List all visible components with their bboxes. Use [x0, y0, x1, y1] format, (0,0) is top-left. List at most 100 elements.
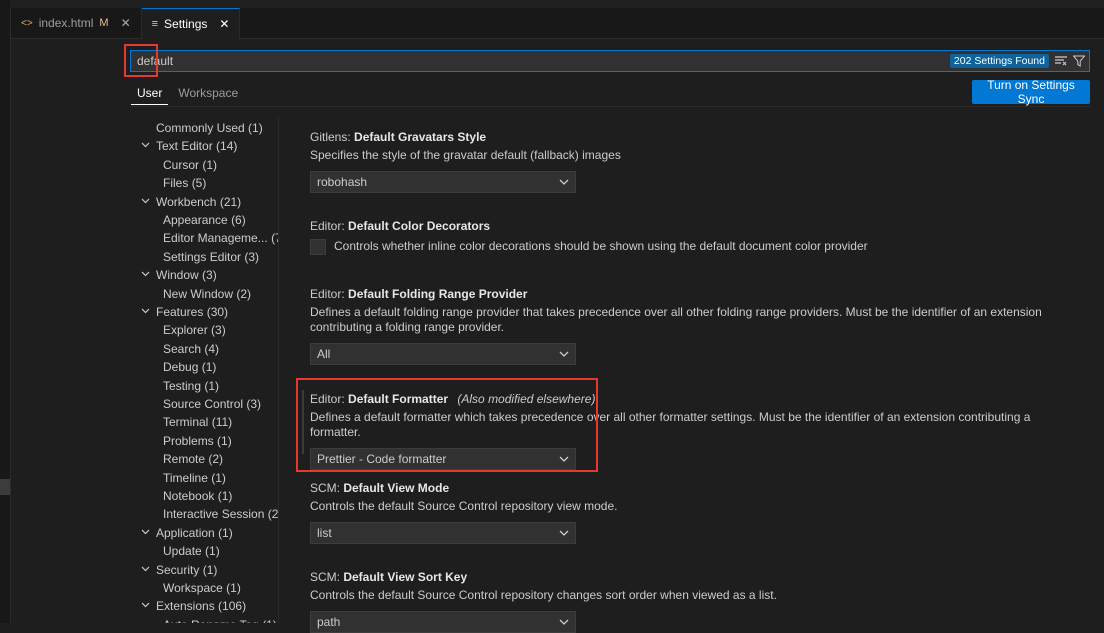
- setting-title: SCM: Default View Sort Key: [310, 568, 1090, 586]
- toc-item[interactable]: Security (1): [131, 561, 279, 579]
- toc-item[interactable]: Window (3): [131, 266, 279, 284]
- toc-item-text: Window (3): [156, 266, 217, 284]
- toc-item[interactable]: Problems (1): [131, 432, 279, 450]
- chevron-down-icon[interactable]: [141, 266, 151, 284]
- toc-item[interactable]: Auto Rename Tag (1): [131, 616, 279, 623]
- toc-item-count: (1): [262, 618, 277, 623]
- toc-item[interactable]: Debug (1): [131, 358, 279, 376]
- chevron-down-icon[interactable]: [141, 137, 151, 155]
- toc-item[interactable]: Workspace (1): [131, 579, 279, 597]
- toc-item-count: (1): [204, 378, 220, 393]
- setting-category: Editor:: [310, 287, 345, 301]
- settings-file-icon: ≡: [151, 18, 159, 30]
- toc-item-count: (1): [217, 489, 233, 503]
- chevron-down-icon[interactable]: [141, 193, 151, 211]
- toc-item-count: (1): [201, 360, 217, 375]
- toc-item[interactable]: Appearance (6): [131, 211, 279, 229]
- toc-item[interactable]: Source Control (3): [131, 395, 279, 413]
- toc-item-count: (106): [218, 599, 247, 614]
- turn-on-settings-sync-button[interactable]: Turn on Settings Sync: [972, 78, 1090, 106]
- setting-category: Editor:: [310, 392, 345, 406]
- tab-user[interactable]: User: [131, 83, 169, 105]
- toc-item-count: (4): [204, 341, 220, 356]
- toc-item[interactable]: Cursor (1): [131, 156, 279, 174]
- toc-item-label: Commonly Used: [156, 121, 245, 135]
- toc-item[interactable]: Files (5): [131, 174, 279, 192]
- toc-item[interactable]: Settings Editor (3): [131, 248, 279, 266]
- close-icon[interactable]: ✕: [121, 16, 131, 30]
- toc-item-count: (11): [211, 415, 233, 430]
- toc-item[interactable]: Notebook (1): [131, 487, 279, 505]
- toc-item-count: (3): [246, 397, 262, 411]
- toc-item-count: (1): [218, 525, 233, 540]
- clear-filter-icon[interactable]: [1053, 53, 1069, 69]
- color-decorators-checkbox[interactable]: [310, 239, 326, 255]
- toc-item-label: Editor Manageme...: [163, 231, 268, 246]
- toc-item[interactable]: Interactive Session (2): [131, 505, 279, 523]
- tab-workspace[interactable]: Workspace: [172, 83, 244, 105]
- setting-description: Specifies the style of the gravatar defa…: [310, 148, 621, 162]
- toc-item-label: Testing: [163, 378, 202, 393]
- dropdown-value: All: [317, 347, 331, 361]
- toc-item[interactable]: New Window (2): [131, 285, 279, 303]
- setting-title: Gitlens: Default Gravatars Style: [310, 128, 1090, 146]
- toc-item-label: Extensions: [156, 599, 215, 614]
- toc-item-text: Timeline (1): [163, 469, 226, 487]
- toc-item[interactable]: Remote (2): [131, 450, 279, 468]
- toc-item[interactable]: Update (1): [131, 542, 279, 560]
- close-icon[interactable]: ✕: [219, 17, 229, 31]
- toc-item[interactable]: Extensions (106): [131, 597, 279, 615]
- setting-title: Editor: Default Folding Range Provider: [310, 285, 1090, 303]
- gravatars-style-dropdown[interactable]: robohash: [310, 171, 576, 193]
- filter-icon[interactable]: [1071, 53, 1087, 69]
- results-count-badge: 202 Settings Found: [949, 54, 1049, 68]
- toc-divider: [278, 118, 279, 623]
- scm-view-mode-dropdown[interactable]: list: [310, 522, 576, 544]
- toc-item[interactable]: Features (30): [131, 303, 279, 321]
- chevron-down-icon[interactable]: [141, 561, 151, 579]
- setting-title: Editor: Default Color Decorators: [310, 217, 1090, 235]
- setting-name: Default View Mode: [343, 481, 450, 495]
- setting-scm-view-mode: SCM: Default View Mode Controls the defa…: [310, 479, 1090, 544]
- scope-tabs: User Workspace: [131, 83, 248, 107]
- chevron-down-icon: [559, 176, 569, 188]
- chevron-down-icon[interactable]: [141, 524, 151, 542]
- scm-view-sort-key-dropdown[interactable]: path: [310, 611, 576, 633]
- tab-label: Settings: [164, 17, 208, 31]
- toc-item-count: (1): [226, 581, 241, 595]
- settings-search-input[interactable]: [131, 50, 950, 72]
- folding-range-provider-dropdown[interactable]: All: [310, 343, 576, 365]
- setting-folding-range-provider: Editor: Default Folding Range Provider D…: [310, 285, 1090, 365]
- tab-settings[interactable]: ≡ Settings ✕: [141, 8, 241, 39]
- setting-category: SCM:: [310, 570, 340, 584]
- chevron-down-icon: [559, 527, 569, 539]
- toc-item[interactable]: Timeline (1): [131, 469, 279, 487]
- toc-item[interactable]: Terminal (11): [131, 413, 279, 431]
- toc-item-count: (1): [217, 433, 232, 448]
- toc-item-label: Application: [156, 525, 215, 540]
- toc-item[interactable]: Search (4): [131, 340, 279, 358]
- toc-item-text: Appearance (6): [163, 211, 246, 229]
- toc-item[interactable]: Editor Manageme... (7): [131, 229, 279, 247]
- setting-description: Defines a default folding range provider…: [310, 305, 1042, 334]
- chevron-down-icon[interactable]: [141, 597, 151, 615]
- toc-item[interactable]: Explorer (3): [131, 321, 279, 339]
- setting-color-decorators: Editor: Default Color Decorators Control…: [310, 217, 1090, 255]
- setting-focus-indicator: [302, 390, 304, 454]
- setting-category: Editor:: [310, 219, 345, 233]
- default-formatter-dropdown[interactable]: Prettier - Code formatter: [310, 448, 576, 470]
- toc-item[interactable]: Commonly Used (1): [131, 119, 279, 137]
- toc-item[interactable]: Text Editor (14): [131, 137, 279, 155]
- toc-item[interactable]: Application (1): [131, 524, 279, 542]
- toc-item[interactable]: Testing (1): [131, 377, 279, 395]
- toc-item-count: (2): [208, 452, 224, 467]
- toc-item-text: Cursor (1): [163, 156, 217, 174]
- toc-item-text: Search (4): [163, 340, 219, 358]
- tab-index-html[interactable]: <> index.html M ✕: [11, 8, 142, 38]
- toc-item-label: Source Control: [163, 397, 244, 411]
- chevron-down-icon[interactable]: [141, 303, 151, 321]
- toc-item-label: Timeline: [163, 470, 208, 485]
- modified-elsewhere-note[interactable]: (Also modified elsewhere): [457, 392, 595, 406]
- toc-item[interactable]: Workbench (21): [131, 193, 279, 211]
- setting-gravatars-style: Gitlens: Default Gravatars Style Specifi…: [310, 128, 1090, 193]
